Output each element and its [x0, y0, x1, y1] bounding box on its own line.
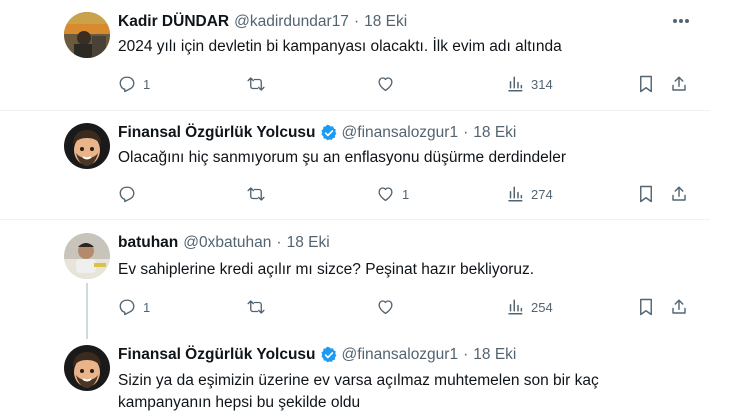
author-handle[interactable]: @kadirdundar17: [234, 13, 349, 31]
avatar[interactable]: [64, 233, 110, 279]
like-icon: [378, 77, 393, 92]
reply-icon: [119, 186, 135, 203]
author-handle[interactable]: @finansalozgur1: [342, 124, 459, 142]
action-bar: 1 314: [0, 74, 710, 94]
like-icon: [378, 187, 393, 202]
retweet-icon: [247, 187, 265, 201]
avatar[interactable]: [64, 123, 110, 169]
retweet-button[interactable]: [246, 297, 273, 317]
tweet-text-line: Sizin ya da eşimizin üzerine ev varsa aç…: [118, 372, 599, 389]
like-button[interactable]: [376, 74, 402, 94]
tweet-date[interactable]: 18 Eki: [287, 234, 330, 252]
separator: ·: [353, 13, 360, 30]
share-icon: [672, 76, 686, 91]
separator: ·: [463, 346, 469, 363]
views-button[interactable]: 274: [506, 184, 553, 204]
bookmark-icon: [640, 75, 652, 93]
reply-button[interactable]: 1: [118, 74, 150, 94]
bookmark-icon: [640, 185, 652, 203]
bookmark-button[interactable]: [638, 74, 654, 94]
tweet-text: 2024 yılı için devletin bi kampanyası ol…: [118, 38, 562, 55]
author-name[interactable]: batuhan: [118, 234, 178, 252]
retweet-icon: [247, 300, 265, 314]
tweet-2[interactable]: Finansal Özgürlük Yolcusu @finansalozgur…: [0, 110, 710, 219]
bookmark-button[interactable]: [638, 184, 654, 204]
tweet-text: Sizin ya da eşimizin üzerine ev varsa aç…: [118, 370, 678, 414]
author-handle[interactable]: @0xbatuhan: [183, 234, 271, 252]
author-name[interactable]: Kadir DÜNDAR: [118, 13, 229, 31]
reply-count: 1: [143, 299, 151, 315]
author-name[interactable]: Finansal Özgürlük Yolcusu: [118, 346, 316, 364]
retweet-button[interactable]: [246, 184, 273, 204]
retweet-icon: [247, 77, 265, 91]
separator: ·: [276, 234, 282, 251]
action-bar: 1 254: [0, 297, 710, 317]
action-bar: 1 274: [0, 184, 710, 204]
retweet-button[interactable]: [246, 74, 273, 94]
share-icon: [672, 186, 686, 201]
separator: ·: [463, 124, 469, 141]
share-button[interactable]: [670, 74, 688, 94]
views-count: 254: [531, 299, 553, 315]
verified-badge-icon[interactable]: [320, 124, 338, 142]
reply-icon: [119, 76, 135, 93]
avatar[interactable]: [64, 12, 110, 58]
views-icon: [508, 76, 523, 92]
reply-icon: [119, 299, 135, 316]
views-icon: [508, 186, 523, 202]
tweet-4[interactable]: Finansal Özgürlük Yolcusu @finansalozgur…: [0, 340, 710, 420]
like-button[interactable]: 1: [376, 184, 409, 204]
more-icon[interactable]: [672, 18, 690, 24]
views-count: 274: [531, 186, 553, 202]
avatar[interactable]: [64, 345, 110, 391]
reply-count: 1: [143, 76, 151, 92]
views-button[interactable]: 314: [506, 74, 553, 94]
like-button[interactable]: [376, 297, 402, 317]
views-count: 314: [531, 76, 553, 92]
share-button[interactable]: [670, 184, 688, 204]
like-icon: [378, 300, 393, 315]
tweet-date[interactable]: 18 Eki: [364, 13, 407, 31]
reply-button[interactable]: 1: [118, 297, 150, 317]
bookmark-button[interactable]: [638, 297, 654, 317]
like-count: 1: [402, 186, 410, 202]
reply-button[interactable]: [118, 184, 143, 204]
tweet-1[interactable]: Kadir DÜNDAR @kadirdundar17 · 18 Eki 202…: [0, 0, 710, 110]
tweet-3[interactable]: batuhan @0xbatuhan · 18 Eki Ev sahipleri…: [0, 220, 710, 340]
share-button[interactable]: [670, 297, 688, 317]
tweet-date[interactable]: 18 Eki: [473, 124, 516, 142]
tweet-text-line: kampanyanın hepsi bu şekilde oldu: [118, 394, 361, 411]
tweet-date[interactable]: 18 Eki: [473, 346, 516, 364]
author-handle[interactable]: @finansalozgur1: [342, 346, 459, 364]
bookmark-icon: [640, 298, 652, 316]
tweet-text: Ev sahiplerine kredi açılır mı sizce? Pe…: [118, 261, 535, 278]
tweet-text: Olacağını hiç sanmıyorum şu an enflasyon…: [118, 149, 567, 166]
author-name[interactable]: Finansal Özgürlük Yolcusu: [118, 124, 316, 142]
verified-badge-icon[interactable]: [320, 346, 338, 364]
views-button[interactable]: 254: [506, 297, 553, 317]
share-icon: [672, 299, 686, 314]
views-icon: [508, 299, 523, 315]
